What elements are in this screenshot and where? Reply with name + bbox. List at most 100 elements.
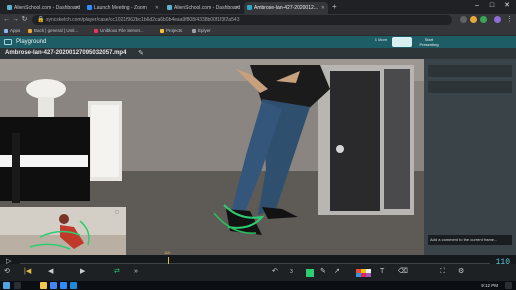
pencil-edit-icon[interactable]: ✎ xyxy=(138,48,144,59)
back-icon[interactable]: ← xyxy=(2,15,11,24)
tab-favicon-icon xyxy=(247,5,252,10)
door-opening xyxy=(330,71,380,211)
section-title: Playground xyxy=(16,39,47,45)
user-avatar[interactable] xyxy=(392,37,412,47)
tab-favicon-icon xyxy=(167,5,172,10)
tab-close-icon[interactable]: ✕ xyxy=(235,2,239,14)
bookmark-apps[interactable]: Apps xyxy=(4,26,20,35)
lamp-shade xyxy=(26,79,66,99)
pip-resize-icon[interactable]: ▢ xyxy=(115,209,119,214)
eraser-icon[interactable]: ⌫ xyxy=(398,267,408,277)
bookmark-label: Back | general | Unit... xyxy=(34,28,79,33)
tab-close-icon[interactable]: ✕ xyxy=(321,2,325,14)
extension-icon[interactable] xyxy=(470,16,477,23)
comment-row xyxy=(428,65,512,77)
speed-icon[interactable]: » xyxy=(134,267,138,277)
bookmark-label: Unibloxx File Server... xyxy=(100,28,144,33)
bookmark-projects[interactable]: Projects xyxy=(160,26,182,35)
loop-icon[interactable]: ⟲ xyxy=(4,267,10,277)
folder-icon xyxy=(160,28,164,33)
profile-avatar-icon[interactable] xyxy=(494,16,501,23)
couch-arm xyxy=(12,133,20,203)
door-panel xyxy=(384,69,410,209)
menu-kebab-icon[interactable]: ⋮ xyxy=(505,15,514,24)
file-header: Ambrose-Ian-427-20200127095032057.mp4 ✎ xyxy=(0,48,516,59)
reference-video-pip[interactable]: ▢ xyxy=(0,207,126,255)
step-back-icon[interactable]: ◀ xyxy=(48,267,53,277)
taskbar-clock[interactable]: 9:12 PM xyxy=(481,281,498,290)
comment-input[interactable]: Add a comment to the current frame... xyxy=(428,235,512,245)
browser-tab-strip: AlienSchool.com - Dashboard ✕ Launch Mee… xyxy=(0,0,516,14)
windows-taskbar: 9:12 PM xyxy=(0,281,516,290)
apps-grid-icon xyxy=(4,28,8,33)
comment-row xyxy=(428,81,512,93)
arrow-tool-icon[interactable]: ↗ xyxy=(334,267,340,277)
browser-tab-2[interactable]: Launch Meeting - Zoom ✕ xyxy=(84,2,162,14)
forward-icon[interactable]: → xyxy=(11,15,20,24)
browser-tab-3[interactable]: AlienSchool.com - Dashboard ✕ xyxy=(164,2,242,14)
pen-icon[interactable]: ✎ xyxy=(320,267,326,277)
color-swatch-active[interactable] xyxy=(306,269,314,277)
bookmark-epiyer[interactable]: Epiyer xyxy=(192,26,211,35)
bookmark-label: Projects xyxy=(166,28,183,33)
tab-title: Launch Meeting - Zoom xyxy=(94,5,147,11)
settings-gear-icon[interactable]: ⚙ xyxy=(458,267,464,277)
browser-tab-1[interactable]: AlienSchool.com - Dashboard ✕ xyxy=(4,2,82,14)
playground-icon[interactable] xyxy=(4,39,12,45)
start-presenting-button[interactable]: Start Presenting xyxy=(416,37,442,47)
zoom-icon[interactable] xyxy=(60,282,67,289)
cabinet-door xyxy=(91,105,119,177)
text-tool-icon[interactable]: T xyxy=(380,267,384,277)
bookmark-star-icon[interactable] xyxy=(460,16,467,23)
extension-icon[interactable] xyxy=(480,16,487,23)
bookmark-favicon-icon xyxy=(192,28,196,33)
bookmarks-bar: Apps Back | general | Unit... Unibloxx F… xyxy=(0,26,516,36)
app-header: Playground 1 More Start Presenting xyxy=(0,36,516,48)
minimize-icon[interactable]: – xyxy=(470,0,484,12)
color-swatch-purple[interactable] xyxy=(366,273,371,277)
chrome-icon[interactable] xyxy=(50,282,57,289)
bookmark-favicon-icon xyxy=(28,28,32,33)
bookmark-label: Epiyer xyxy=(198,28,211,33)
search-icon[interactable] xyxy=(14,282,21,289)
tab-favicon-icon xyxy=(7,5,12,10)
frame-back-icon[interactable]: |◀ xyxy=(24,267,31,277)
tab-close-icon[interactable]: ✕ xyxy=(155,2,159,14)
tab-title: AlienSchool.com - Dashboard xyxy=(14,5,81,11)
bookmark-file-server[interactable]: Unibloxx File Server... xyxy=(94,26,144,35)
sync-icon[interactable]: ⇄ xyxy=(114,267,120,277)
lamp-base xyxy=(38,97,54,117)
annotation-toolbar: ⟲ |◀ ◀ ▶ ⇄ » ↶ 3 ✎ ↗ T ⌫ ⛶ ⚙ xyxy=(0,264,516,281)
bookmark-favicon-icon xyxy=(94,28,98,33)
video-viewport[interactable]: Add a comment to the current frame... ▢ xyxy=(0,59,516,255)
close-window-icon[interactable]: ✕ xyxy=(500,0,514,12)
windows-start-icon[interactable] xyxy=(3,282,10,289)
browser-toolbar: ← → ↻ 🔒 syncsketch.com/player/case/cc102… xyxy=(0,14,516,26)
step-forward-icon[interactable]: ▶ xyxy=(80,267,85,277)
frame-marker: 110 xyxy=(164,250,171,255)
lock-icon: 🔒 xyxy=(37,17,45,23)
door-knob xyxy=(336,145,344,153)
file-name: Ambrose-Ian-427-20200127095032057.mp4 xyxy=(5,50,127,56)
undo-icon[interactable]: ↶ xyxy=(272,267,278,277)
bookmark-back-general[interactable]: Back | general | Unit... xyxy=(28,26,78,35)
browser-tab-4[interactable]: Ambrose-Ian-427-2020012... ✕ xyxy=(244,2,328,14)
url-text: syncsketch.com/player/case/cc1021f962bc1… xyxy=(46,17,240,23)
reference-person-head xyxy=(59,214,69,224)
bookmark-label: Apps xyxy=(10,28,21,33)
tab-title: Ambrose-Ian-427-2020012... xyxy=(254,5,318,11)
app-icon[interactable] xyxy=(70,282,77,289)
fullscreen-icon[interactable]: ⛶ xyxy=(440,267,445,277)
brush-size[interactable]: 3 xyxy=(290,267,293,277)
address-bar[interactable]: 🔒 syncsketch.com/player/case/cc1021f962b… xyxy=(32,15,452,25)
notifications-icon[interactable] xyxy=(505,282,512,289)
comments-panel: Add a comment to the current frame... xyxy=(424,59,516,255)
tab-title: AlienSchool.com - Dashboard xyxy=(174,5,241,11)
tab-close-icon[interactable]: ✕ xyxy=(75,2,79,14)
reference-frame xyxy=(0,207,126,255)
viewer-count[interactable]: 1 More xyxy=(372,37,390,47)
new-tab-button[interactable]: + xyxy=(332,1,337,13)
file-explorer-icon[interactable] xyxy=(40,282,47,289)
maximize-icon[interactable]: □ xyxy=(485,0,499,12)
reload-icon[interactable]: ↻ xyxy=(20,15,29,24)
